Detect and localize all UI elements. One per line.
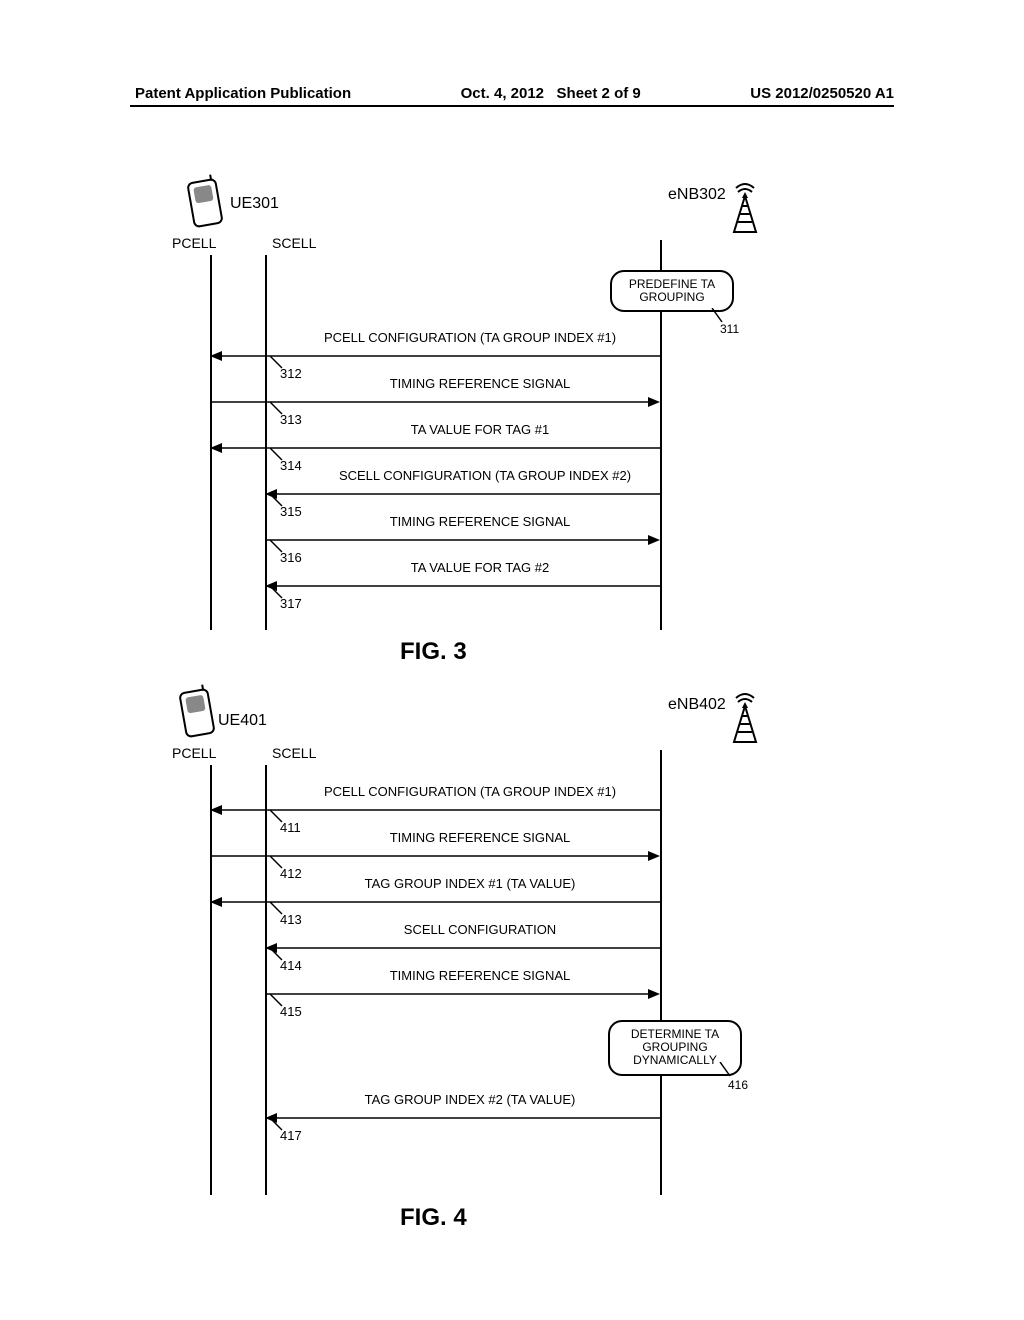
enb-label: eNB302 [668,186,726,204]
phone-icon [186,178,224,229]
msg-text: TIMING REFERENCE SIGNAL [330,514,630,529]
msg-arrow [160,1108,760,1128]
msg-text: PCELL CONFIGURATION (TA GROUP INDEX #1) [290,330,650,345]
page-header: Patent Application Publication Oct. 4, 2… [0,85,1024,102]
msg-text: TIMING REFERENCE SIGNAL [330,376,630,391]
msg-ref: 414 [280,958,302,973]
bubble-ref: 416 [728,1078,748,1092]
msg-text: PCELL CONFIGURATION (TA GROUP INDEX #1) [290,784,650,799]
msg-text: SCELL CONFIGURATION [330,922,630,937]
msg-text: TIMING REFERENCE SIGNAL [330,968,630,983]
msg-text: TAG GROUP INDEX #2 (TA VALUE) [310,1092,630,1107]
msg-ref: 417 [280,1128,302,1143]
process-bubble: PREDEFINE TA GROUPING [610,270,734,312]
enb-label: eNB402 [668,696,726,714]
pcell-lifeline-label: PCELL [172,745,216,761]
header-right: US 2012/0250520 A1 [750,85,894,102]
msg-ref: 413 [280,912,302,927]
figure-3: UE301 eNB302 PCELL SCELL PREDEFINE TA GR… [160,170,880,650]
tower-icon [730,178,760,233]
ue-label: UE401 [218,712,267,730]
msg-arrow [160,576,760,596]
msg-ref: 411 [280,820,301,835]
msg-arrow [160,392,760,412]
page: Patent Application Publication Oct. 4, 2… [0,0,1024,1320]
msg-ref: 317 [280,596,302,611]
lifeline-pcell [210,765,212,1195]
msg-ref: 415 [280,1004,302,1019]
msg-text: SCELL CONFIGURATION (TA GROUP INDEX #2) [310,468,660,483]
pcell-lifeline-label: PCELL [172,235,216,251]
header-rule [130,105,894,107]
header-left: Patent Application Publication [135,85,351,102]
msg-ref: 313 [280,412,302,427]
msg-text: TAG GROUP INDEX #1 (TA VALUE) [310,876,630,891]
msg-arrow [160,800,760,820]
msg-arrow [160,346,760,366]
phone-icon [178,688,216,739]
msg-text: TA VALUE FOR TAG #2 [330,560,630,575]
figure-caption: FIG. 3 [400,638,467,666]
tower-icon [730,688,760,743]
msg-ref: 412 [280,866,302,881]
msg-ref: 316 [280,550,302,565]
msg-arrow [160,438,760,458]
msg-ref: 312 [280,366,302,381]
scell-lifeline-label: SCELL [272,745,316,761]
header-center: Oct. 4, 2012 Sheet 2 of 9 [461,85,641,102]
lifeline-scell [265,765,267,1195]
msg-ref: 315 [280,504,302,519]
msg-text: TIMING REFERENCE SIGNAL [330,830,630,845]
scell-lifeline-label: SCELL [272,235,316,251]
msg-text: TA VALUE FOR TAG #1 [330,422,630,437]
msg-arrow [160,846,760,866]
msg-arrow [160,984,760,1004]
msg-ref: 314 [280,458,302,473]
msg-arrow [160,938,760,958]
figure-caption: FIG. 4 [400,1204,467,1232]
msg-arrow [160,484,760,504]
ue-label: UE301 [230,195,279,213]
msg-arrow [160,892,760,912]
bubble-ref: 311 [720,322,739,336]
msg-arrow [160,530,760,550]
figure-4: UE401 eNB402 PCELL SCELL PCELL CONFIGURA… [160,680,880,1220]
